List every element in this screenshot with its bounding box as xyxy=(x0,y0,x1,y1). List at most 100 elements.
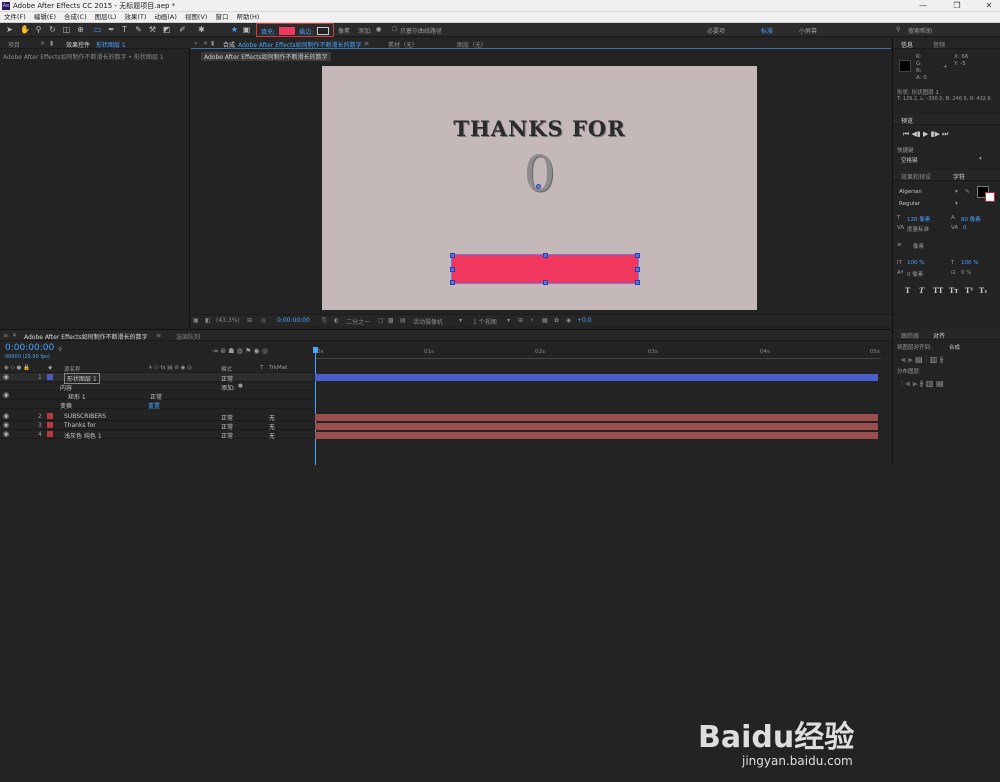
layer-duration-bar[interactable] xyxy=(315,432,878,439)
menu-view[interactable]: 视图(V) xyxy=(181,12,212,23)
layer-label-color[interactable] xyxy=(47,422,53,428)
workspace-standard[interactable]: 标准 xyxy=(761,26,773,35)
selection-tool-icon[interactable]: ➤ xyxy=(5,25,14,34)
roto-brush-tool-icon[interactable]: ✐ xyxy=(178,25,187,34)
clone-stamp-tool-icon[interactable]: ⚒ xyxy=(148,25,157,34)
close-button[interactable]: ✕ xyxy=(978,0,1000,12)
menu-file[interactable]: 文件(F) xyxy=(0,12,30,23)
camera-snapshot-icon[interactable]: ⎘ xyxy=(322,317,327,325)
pen-tool-icon[interactable]: ✒ xyxy=(107,25,116,34)
fill-color-swatch[interactable] xyxy=(279,27,295,35)
rectangle-tool-icon[interactable]: ▭ xyxy=(93,25,102,34)
current-time[interactable]: 0:00:00:00 xyxy=(277,317,310,324)
menu-layer[interactable]: 图层(L) xyxy=(91,12,121,23)
views-dropdown[interactable]: 1 个视图 xyxy=(473,317,497,326)
font-style-dropdown[interactable]: Regular xyxy=(899,201,920,207)
stroke-width-value[interactable]: 像素 xyxy=(913,242,924,250)
align-to-dropdown[interactable]: 合成 xyxy=(949,343,960,351)
kerning-value[interactable]: 度量标准 xyxy=(907,225,929,233)
tab-composition[interactable]: Adobe After Effects如何制作不断滑长的数字 xyxy=(238,40,362,49)
align-buttons[interactable]: ⫷ ⫸ ▤ ⫶ ▥ ⫵ xyxy=(901,355,944,365)
text-stroke-swatch[interactable] xyxy=(985,192,995,202)
canvas-number-text[interactable]: 0 xyxy=(322,146,757,202)
add-icon[interactable]: ● xyxy=(376,26,381,33)
distribute-buttons[interactable]: ⫶ ⫷ ⫸ ⫵ ▥ ▤ xyxy=(901,379,944,389)
all-caps-button[interactable]: TT xyxy=(933,286,943,295)
menu-composition[interactable]: 合成(C) xyxy=(60,12,91,23)
mask-visibility-icon[interactable]: ◎ xyxy=(261,317,266,324)
subscript-button[interactable]: T₁ xyxy=(979,286,987,295)
search-help-input[interactable]: 搜索帮助 xyxy=(908,26,932,35)
panel-menu-icon[interactable]: ≡ xyxy=(3,332,8,339)
add-label[interactable]: 添加: xyxy=(358,26,372,35)
tab-preview[interactable]: 预览 xyxy=(901,116,913,125)
table-row[interactable]: 内容 添加: ● xyxy=(0,382,313,392)
pixel-aspect-icon[interactable]: ⊞ xyxy=(518,317,523,324)
tab-menu-icon[interactable]: ≡ xyxy=(364,40,369,47)
tab-timeline-comp[interactable]: Adobe After Effects如何制作不断滑长的数字 xyxy=(24,332,148,341)
font-size-value[interactable]: 120 像素 xyxy=(907,215,930,223)
stroke-color-swatch[interactable] xyxy=(317,27,329,35)
workspace-essentials[interactable]: 必要项 xyxy=(707,26,725,35)
shortcut-dropdown[interactable]: 空格键 xyxy=(901,156,918,164)
table-row[interactable]: ◉ 3 Thanks for 正常 无 xyxy=(0,421,313,431)
eye-icon[interactable]: ◉ xyxy=(3,430,9,438)
tab-render-queue[interactable]: 渲染队列 xyxy=(176,332,200,341)
tab-comp-prefix[interactable]: 合成 xyxy=(223,40,235,49)
transparency-grid-icon[interactable]: ▩ xyxy=(388,317,394,324)
eye-icon[interactable]: ◉ xyxy=(3,421,9,429)
tab-audio[interactable]: 音频 xyxy=(933,40,945,49)
close-icon[interactable]: ✕ xyxy=(40,40,45,47)
lock-icon[interactable]: ▮ xyxy=(211,40,214,47)
layer-label-color[interactable] xyxy=(47,413,53,419)
tab-layer[interactable]: 图层（无） xyxy=(457,40,487,49)
chevron-down-icon[interactable]: ▾ xyxy=(459,317,462,324)
table-row[interactable]: ◉ 矩形 1 正常 xyxy=(0,391,313,401)
menu-edit[interactable]: 编辑(E) xyxy=(30,12,60,23)
tab-effects-presets[interactable]: 效果和预设 xyxy=(901,172,931,181)
panel-menu-icon[interactable]: » xyxy=(194,40,198,47)
vertical-scale-value[interactable]: 100 % xyxy=(907,260,924,266)
column-source-name[interactable]: 源名称 xyxy=(64,365,81,373)
eye-icon[interactable]: ◉ xyxy=(3,373,9,381)
maximize-button[interactable]: ❐ xyxy=(946,0,968,12)
font-family-dropdown[interactable]: Algerian xyxy=(899,189,922,195)
lock-icon[interactable]: ▮ xyxy=(50,40,53,47)
chevron-down-icon[interactable]: ▾ xyxy=(955,201,958,207)
chevron-down-icon[interactable]: ▾ xyxy=(955,189,958,195)
puppet-tool-icon[interactable]: ✱ xyxy=(197,25,206,34)
tab-tracker[interactable]: 跟踪器 xyxy=(901,331,919,340)
resolution-dropdown[interactable]: 二分之一 xyxy=(346,317,370,326)
tracking-value[interactable]: 0 xyxy=(963,225,967,231)
tab-footage[interactable]: 素材（无） xyxy=(388,40,418,49)
tab-effects-controls[interactable]: 效果控件 xyxy=(66,40,90,49)
snapshot-icon[interactable]: ▣ xyxy=(193,317,199,324)
close-icon[interactable]: ✕ xyxy=(12,332,17,339)
fast-preview-icon[interactable]: ⚡ xyxy=(530,317,534,324)
small-caps-button[interactable]: Tт xyxy=(949,286,959,295)
faux-italic-button[interactable]: T xyxy=(919,286,924,295)
layer-duration-bar[interactable] xyxy=(315,423,878,430)
layer-duration-bar[interactable] xyxy=(315,374,878,381)
preview-controls[interactable]: ⏮ ◀▮ ▶ ▮▶ ⏭ xyxy=(903,130,948,139)
eraser-tool-icon[interactable]: ◩ xyxy=(162,25,171,34)
eye-icon[interactable]: ◉ xyxy=(3,391,9,399)
workspace-small-screen[interactable]: 小屏幕 xyxy=(799,26,817,35)
column-mode[interactable]: 模式 xyxy=(221,365,232,373)
type-tool-icon[interactable]: T xyxy=(120,25,129,34)
star-icon[interactable]: ★ xyxy=(230,25,239,34)
tsume-value[interactable]: 0 % xyxy=(961,270,971,276)
flowchart-icon[interactable]: ✿ xyxy=(554,317,559,324)
grid-icon[interactable]: ⊞ xyxy=(247,317,252,324)
rotate-tool-icon[interactable]: ↻ xyxy=(48,25,57,34)
faux-bold-button[interactable]: T xyxy=(905,286,910,295)
camera-tool-icon[interactable]: ◫ xyxy=(62,25,71,34)
comp-canvas[interactable]: THANKS FOR 0 xyxy=(322,66,757,310)
chevron-down-icon[interactable]: ▾ xyxy=(979,156,982,162)
layer-name[interactable]: 浅灰色 纯色 1 xyxy=(64,431,102,440)
bezier-path-checkbox[interactable]: ☐ xyxy=(392,26,397,33)
brush-tool-icon[interactable]: ✎ xyxy=(134,25,143,34)
table-row[interactable]: 变换 重置 xyxy=(0,400,313,410)
exposure-value[interactable]: +0.0 xyxy=(577,317,592,324)
layer-duration-bar[interactable] xyxy=(315,414,878,421)
